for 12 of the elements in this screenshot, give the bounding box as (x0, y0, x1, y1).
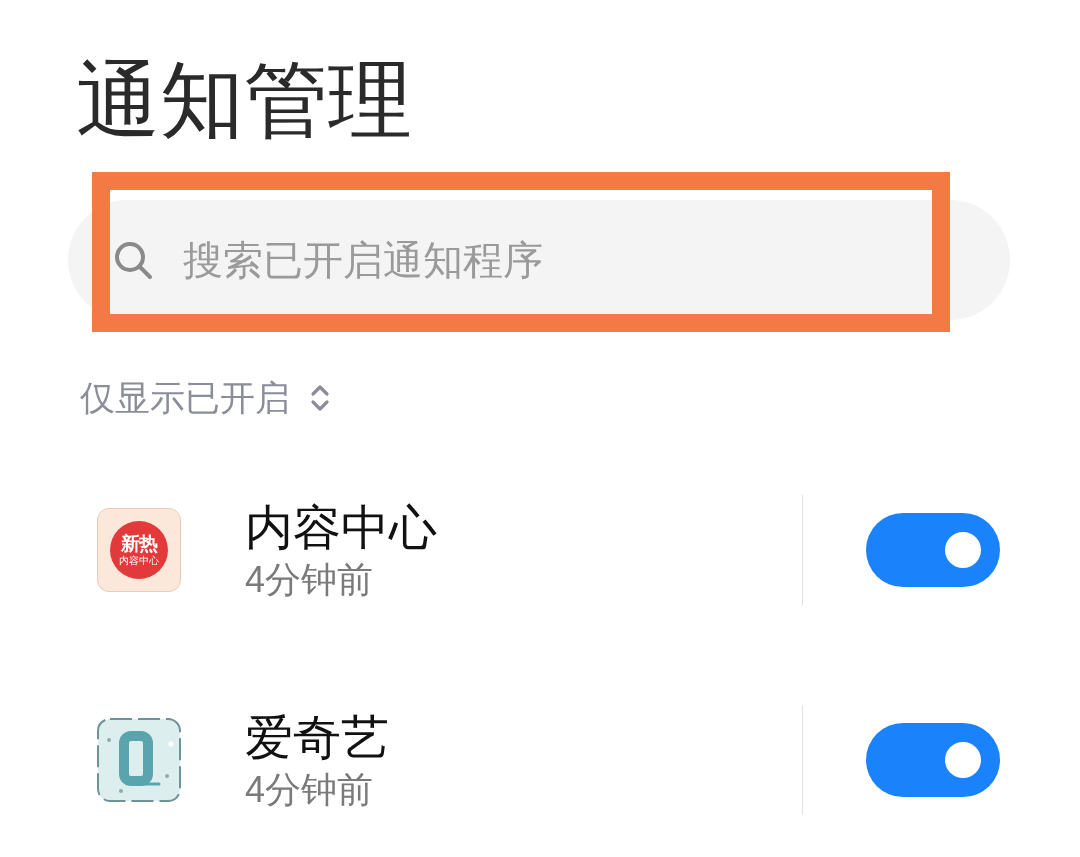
search-field[interactable]: 搜索已开启通知程序 (68, 200, 1010, 320)
filter-dropdown[interactable]: 仅显示已开启 (80, 378, 330, 418)
page-title: 通知管理 (76, 58, 412, 142)
search-icon (113, 240, 153, 280)
notification-time: 4分钟前 (245, 560, 374, 600)
logo-title: 新热 (121, 533, 157, 554)
logo-caption: 内容中心 (119, 555, 159, 567)
q-logo-icon (97, 718, 181, 802)
notification-time: 4分钟前 (245, 770, 374, 810)
up-down-chevron-icon (310, 383, 330, 413)
app-name: 内容中心 (245, 500, 437, 556)
app-name: 爱奇艺 (245, 710, 389, 766)
